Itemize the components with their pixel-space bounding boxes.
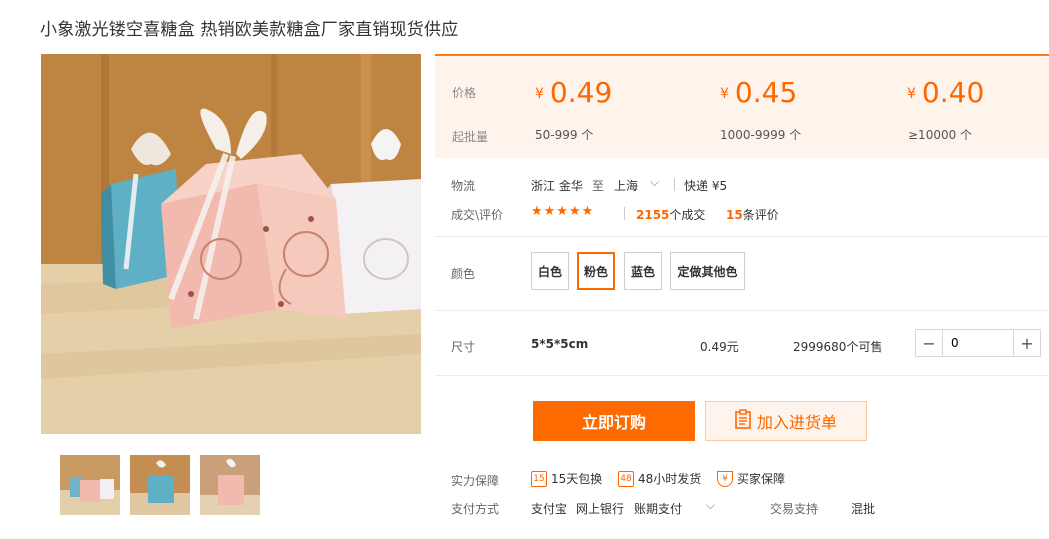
product-main-image[interactable] (41, 54, 421, 434)
currency-symbol: ¥ (907, 86, 916, 102)
size-label: 尺寸 (451, 340, 476, 354)
to-word: 至 (592, 179, 605, 193)
shipping-fee: 快递 ¥5 (684, 179, 728, 193)
add-to-cart-button[interactable]: 加入进货单 (705, 401, 867, 441)
deal-count: 2155 (636, 208, 670, 222)
ship-to-select[interactable]: 上海 (614, 177, 638, 194)
guarantee-label: 实力保障 (451, 474, 500, 488)
thumbnail-strip (60, 455, 260, 515)
guarantee-item[interactable]: ¥ 买家保障 (717, 470, 785, 487)
color-option-blue[interactable]: 蓝色 (624, 252, 662, 290)
size-value: 5*5*5cm (531, 337, 589, 351)
calendar-icon: 15 (531, 470, 547, 487)
rating-stars-icon: ★★★★★ (531, 204, 595, 219)
size-price: 0.49元 (700, 340, 739, 354)
guarantee-text: 15天包换 (551, 472, 603, 486)
thumbnail-2[interactable] (130, 455, 190, 515)
price-value: 0.49 (549, 76, 613, 109)
divider (435, 310, 1049, 311)
price-tier-2: ¥0.45 (720, 76, 797, 109)
divider (435, 375, 1049, 376)
thumbnail-3[interactable] (200, 455, 260, 515)
clock-icon: 48 (618, 470, 634, 487)
minus-button[interactable]: − (916, 330, 942, 356)
payment-method: 网上银行 (576, 502, 625, 516)
qty-tier-3: ≥10000 个 (908, 128, 973, 142)
deal-count-link[interactable]: 2155个成交 (636, 206, 705, 223)
cart-label: 加入进货单 (756, 413, 837, 432)
qty-tier-1: 50-999 个 (535, 128, 594, 142)
price-label: 价格 (452, 86, 477, 100)
plus-button[interactable]: + (1014, 330, 1040, 356)
guarantee-item[interactable]: 15 15天包换 (531, 470, 602, 487)
trade-support-value: 混批 (851, 502, 876, 516)
color-option-pink[interactable]: 粉色 (577, 252, 615, 290)
page-title: 小象激光镂空喜糖盒 热销欧美款糖盒厂家直销现货供应 (40, 20, 459, 40)
moq-label: 起批量 (452, 130, 489, 144)
review-count: 15 (726, 208, 743, 222)
quantity-stepper: − + (915, 329, 1041, 357)
buy-now-button[interactable]: 立即订购 (533, 401, 695, 441)
guarantee-item[interactable]: 48 48小时发货 (618, 470, 701, 487)
divider (435, 236, 1049, 237)
currency-symbol: ¥ (720, 86, 729, 102)
guarantee-text: 买家保障 (737, 472, 786, 486)
separator (624, 207, 625, 220)
price-value: 0.45 (734, 76, 798, 109)
payment-label: 支付方式 (451, 502, 500, 516)
payment-method: 支付宝 (531, 502, 568, 516)
color-option-custom[interactable]: 定做其他色 (670, 252, 745, 290)
color-label: 颜色 (451, 267, 476, 281)
shield-icon: ¥ (717, 470, 733, 487)
price-tier-1: ¥0.49 (535, 76, 612, 109)
quantity-input[interactable] (942, 330, 1014, 356)
logistics-label: 物流 (451, 179, 476, 193)
price-tier-3: ¥0.40 (907, 76, 984, 109)
guarantee-text: 48小时发货 (638, 472, 702, 486)
trade-support-label: 交易支持 (770, 502, 819, 516)
price-panel: 价格 起批量 ¥0.49 ¥0.45 ¥0.40 50-999 个 1000-9… (435, 54, 1049, 158)
ship-from: 浙江 金华 (531, 179, 583, 193)
color-option-white[interactable]: 白色 (531, 252, 569, 290)
clipboard-icon (735, 409, 751, 433)
review-suffix: 条评价 (742, 208, 779, 222)
qty-tier-2: 1000-9999 个 (720, 128, 802, 142)
review-count-link[interactable]: 15条评价 (726, 206, 779, 223)
thumbnail-1[interactable] (60, 455, 120, 515)
deals-label: 成交\评价 (451, 208, 504, 222)
separator (674, 178, 675, 191)
deal-suffix: 个成交 (669, 208, 706, 222)
currency-symbol: ¥ (535, 86, 544, 102)
chevron-down-icon[interactable]: ⌵ (650, 175, 659, 190)
chevron-down-icon[interactable]: ⌵ (706, 498, 715, 513)
payment-method: 账期支付 (634, 502, 683, 516)
stock-available: 2999680个可售 (793, 340, 883, 354)
price-value: 0.40 (921, 76, 985, 109)
